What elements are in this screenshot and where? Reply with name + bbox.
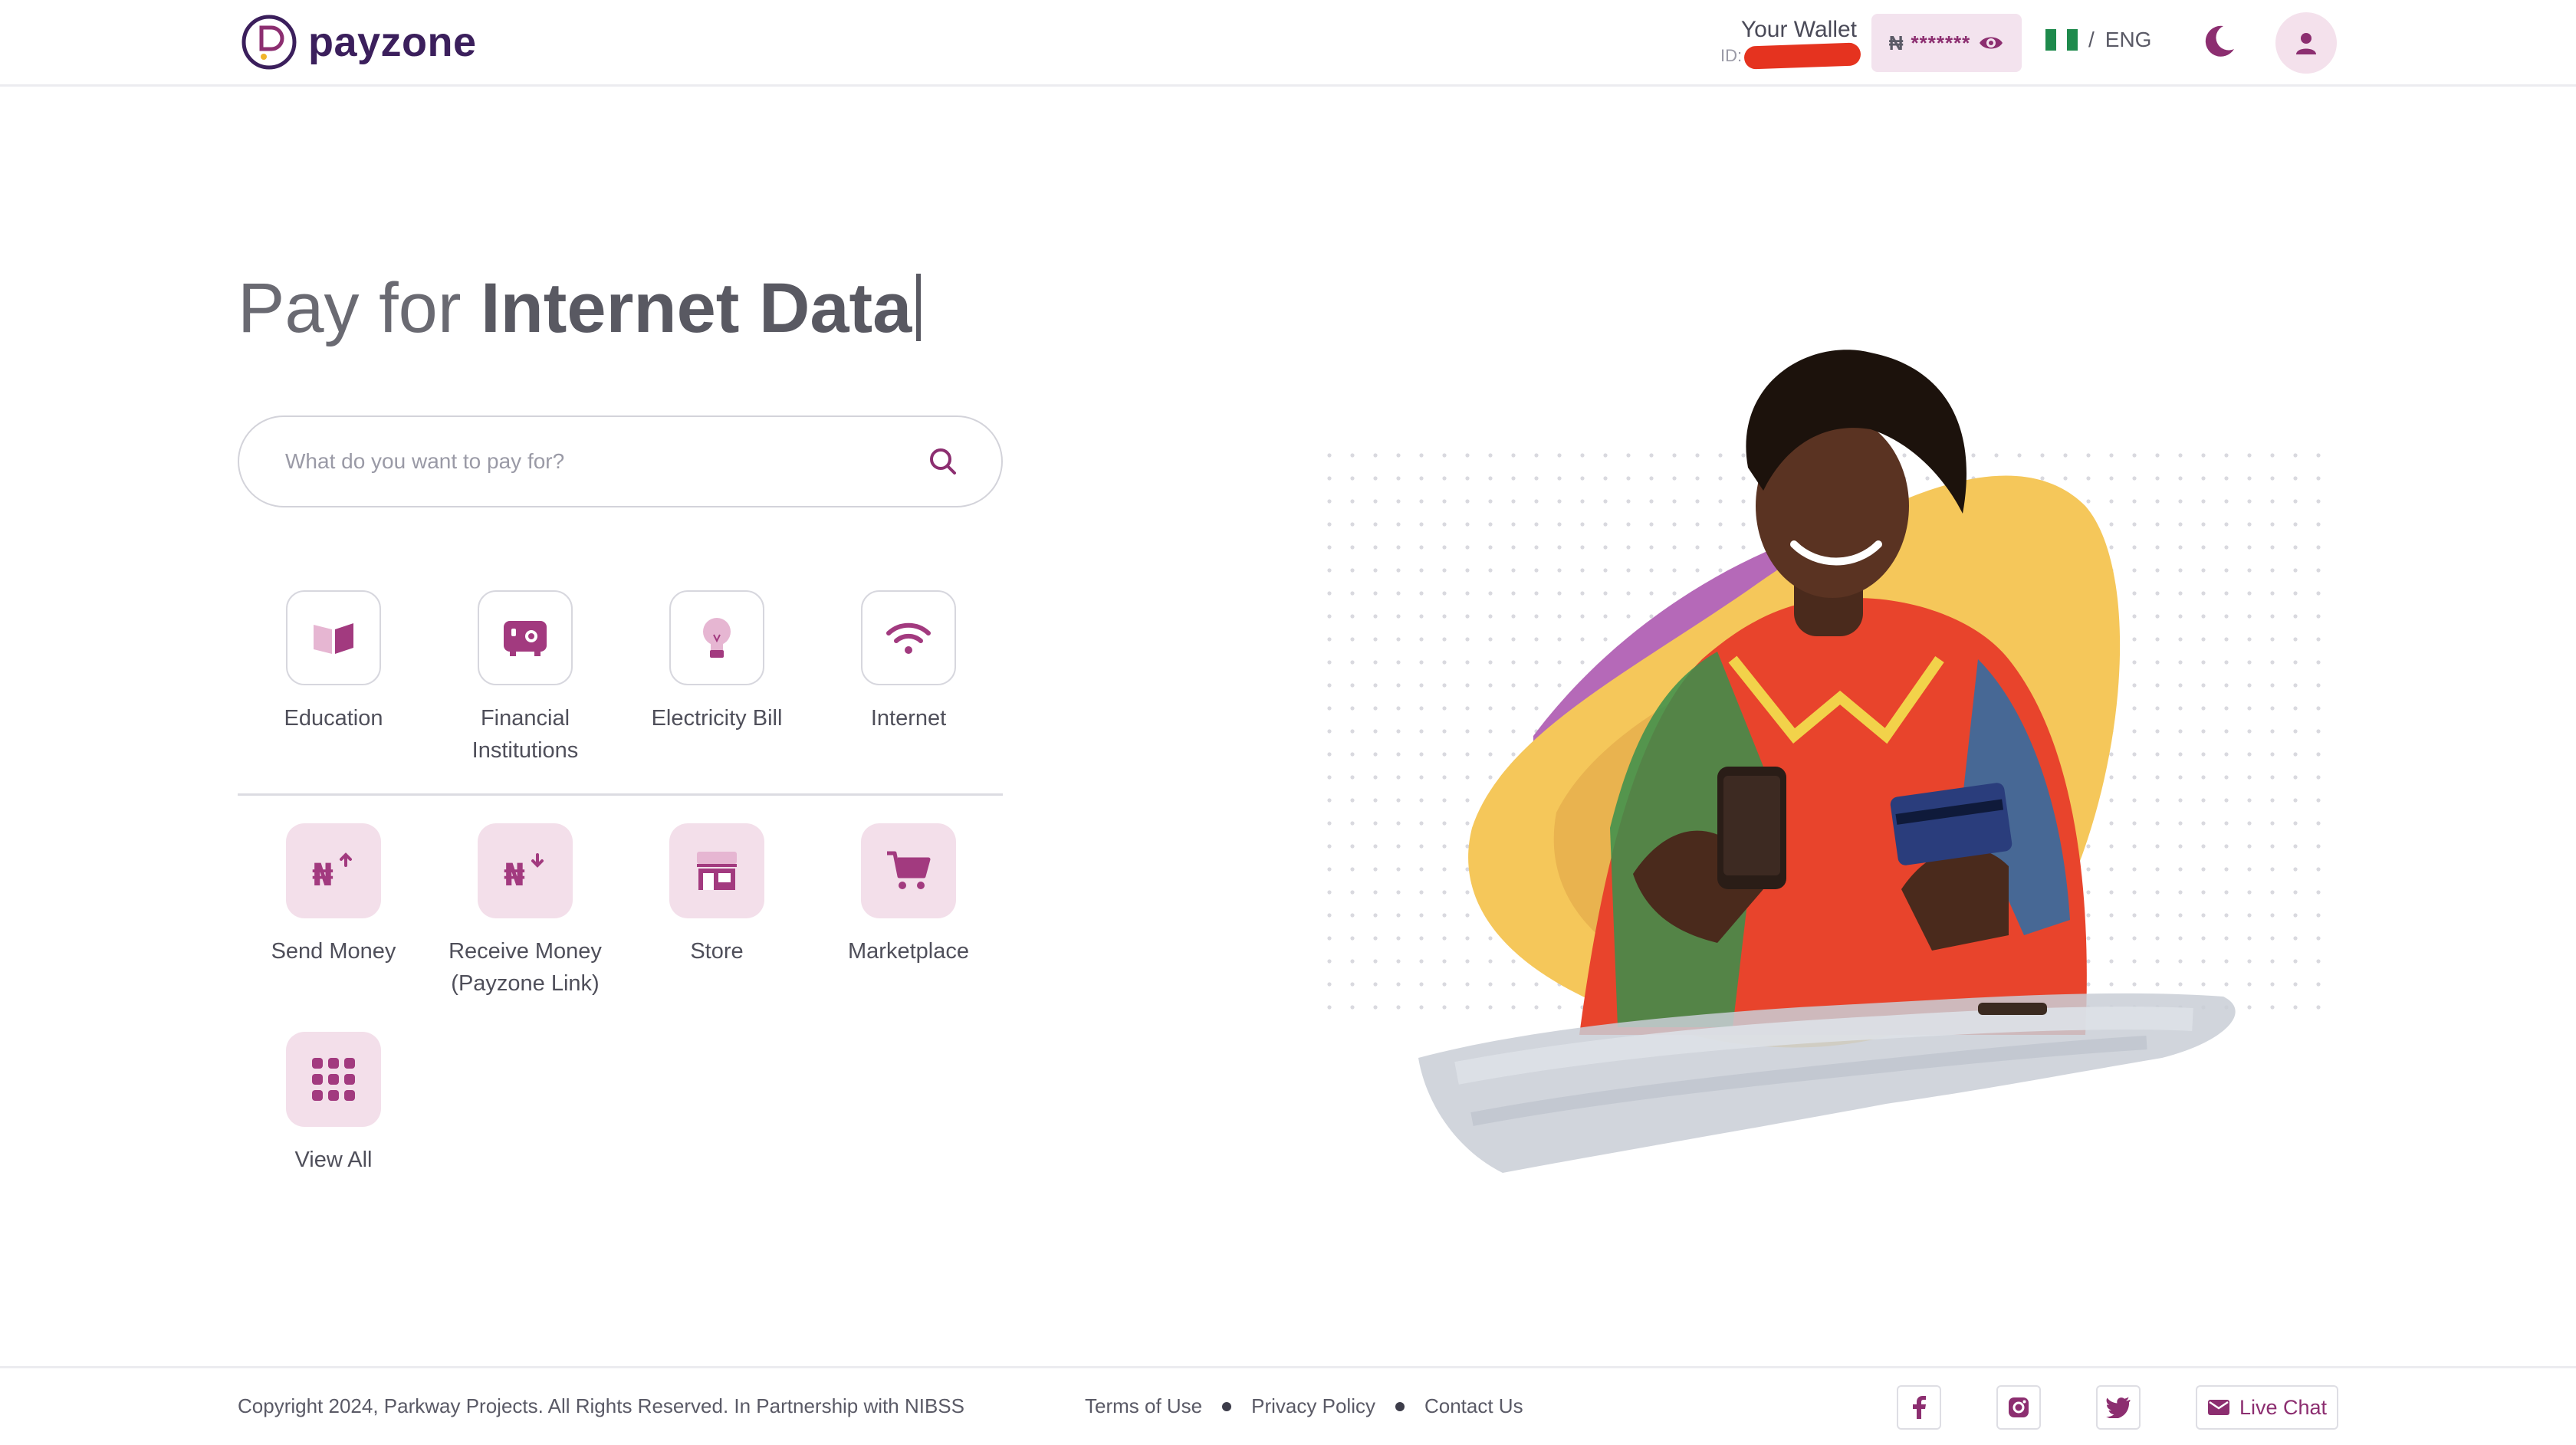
category-icon-box <box>861 590 956 685</box>
payzone-logo-icon <box>242 15 297 70</box>
section-divider <box>238 793 1003 796</box>
store-icon <box>697 852 737 890</box>
category-icon-box <box>669 590 764 685</box>
wifi-icon <box>886 622 931 654</box>
live-chat-button[interactable]: Live Chat <box>2196 1385 2338 1430</box>
contact-link[interactable]: Contact Us <box>1424 1394 1523 1418</box>
instagram-button[interactable] <box>1996 1385 2041 1430</box>
language-label: ENG <box>2104 28 2152 51</box>
facebook-icon <box>1913 1396 1926 1419</box>
service-label: Receive Money (Payzone Link) <box>449 939 602 996</box>
redaction-mark <box>1743 42 1861 70</box>
payzone-logo[interactable]: payzone <box>241 14 477 71</box>
svg-text:₦: ₦ <box>312 858 334 890</box>
safe-icon <box>504 621 547 656</box>
category-icon-box <box>478 590 573 685</box>
hero-illustration <box>1311 350 2338 1173</box>
category-electricity-bill[interactable]: Electricity Bill <box>621 590 813 734</box>
page-footer: Copyright 2024, Parkway Projects. All Ri… <box>0 1366 2576 1445</box>
service-send-money[interactable]: ₦ Send Money <box>238 823 429 967</box>
twitter-button[interactable] <box>2096 1385 2141 1430</box>
hero-title-prefix: Pay for <box>238 269 462 347</box>
category-label: Education <box>284 706 383 731</box>
category-icon-box <box>286 590 381 685</box>
dark-mode-moon-icon[interactable] <box>2200 23 2237 60</box>
category-education[interactable]: Education <box>238 590 429 734</box>
naira-send-icon: ₦ <box>312 852 352 890</box>
service-view-all[interactable]: View All <box>238 1032 429 1176</box>
hero-title: Pay for Internet Data <box>238 268 922 349</box>
eye-icon[interactable] <box>1978 34 2004 52</box>
instagram-icon <box>2009 1397 2029 1417</box>
cart-icon <box>887 851 931 889</box>
grid-icon <box>312 1058 355 1101</box>
search-icon[interactable] <box>928 446 958 477</box>
currency-symbol: ₦ <box>1888 31 1904 54</box>
search-bar[interactable] <box>238 415 1003 507</box>
service-label: Marketplace <box>848 939 969 964</box>
service-label: View All <box>294 1148 373 1172</box>
hero-title-highlight: Internet Data <box>481 269 912 347</box>
top-header: payzone Your Wallet ID: ₦ ******* / ENG <box>0 0 2576 87</box>
book-icon <box>314 623 353 654</box>
lang-separator: / <box>2088 28 2095 51</box>
link-separator-dot <box>1222 1401 1232 1411</box>
link-separator-dot <box>1395 1401 1405 1411</box>
privacy-link[interactable]: Privacy Policy <box>1251 1394 1375 1418</box>
user-avatar-button[interactable] <box>2275 12 2337 74</box>
search-input[interactable] <box>284 448 928 475</box>
copyright-text: Copyright 2024, Parkway Projects. All Ri… <box>238 1394 964 1417</box>
service-marketplace[interactable]: Marketplace <box>813 823 1004 967</box>
service-label: Send Money <box>271 939 396 964</box>
mail-icon <box>2207 1400 2229 1415</box>
language-selector[interactable]: / ENG <box>2045 28 2151 52</box>
wallet-label: Your Wallet <box>1687 17 1857 43</box>
lightbulb-icon <box>703 618 731 658</box>
typing-cursor <box>916 274 922 341</box>
wallet-title: Your Wallet <box>1740 17 1857 42</box>
category-label: Electricity Bill <box>651 706 783 731</box>
service-icon-box <box>669 823 764 918</box>
nigeria-flag-icon <box>2045 29 2078 51</box>
category-financial-institutions[interactable]: Financial Institutions <box>429 590 621 767</box>
service-icon-box: ₦ <box>286 823 381 918</box>
category-internet[interactable]: Internet <box>813 590 1004 734</box>
service-store[interactable]: Store <box>621 823 813 967</box>
footer-links: Terms of Use Privacy Policy Contact Us <box>1085 1394 1523 1418</box>
service-icon-box <box>861 823 956 918</box>
service-icon-box <box>286 1032 381 1127</box>
live-chat-label: Live Chat <box>2239 1395 2328 1419</box>
service-label: Store <box>690 939 744 964</box>
service-icon-box: ₦ <box>478 823 573 918</box>
terms-link[interactable]: Terms of Use <box>1085 1394 1202 1418</box>
brand-name: payzone <box>308 19 477 65</box>
service-receive-money[interactable]: ₦ Receive Money (Payzone Link) <box>429 823 621 1000</box>
category-label: Financial Institutions <box>472 706 579 763</box>
category-label: Internet <box>870 706 947 731</box>
naira-receive-icon: ₦ <box>504 853 544 890</box>
wallet-balance-toggle[interactable]: ₦ ******* <box>1871 14 2022 72</box>
svg-text:₦: ₦ <box>504 858 525 890</box>
facebook-button[interactable] <box>1897 1385 1941 1430</box>
twitter-icon <box>2106 1397 2131 1418</box>
wallet-id-label: ID: <box>1720 46 1743 65</box>
user-icon <box>2296 33 2316 54</box>
masked-balance: ******* <box>1911 31 1971 54</box>
